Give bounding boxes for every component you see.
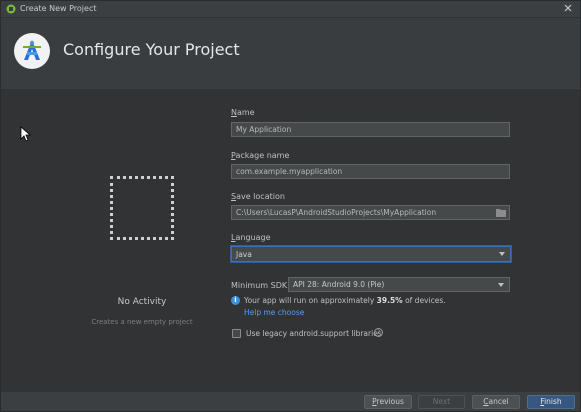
page-title: Configure Your Project: [63, 40, 240, 59]
wizard-content: No Activity Creates a new empty project …: [1, 89, 580, 391]
package-name-input[interactable]: com.example.myapplication: [231, 164, 510, 179]
next-button[interactable]: Next: [418, 395, 465, 409]
save-location-field[interactable]: C:\Users\LucasP\AndroidStudioProjects\My…: [231, 205, 510, 220]
minimum-sdk-select[interactable]: API 28: Android 9.0 (Pie): [288, 277, 510, 292]
minimum-sdk-label: Minimum SDK: [231, 281, 288, 290]
legacy-support-label[interactable]: Use legacy android.support libraries: [246, 329, 382, 338]
activity-name: No Activity: [117, 297, 167, 307]
android-studio-icon: [6, 4, 16, 14]
language-select[interactable]: Java: [231, 246, 511, 262]
finish-button[interactable]: Finish: [527, 395, 575, 409]
activity-preview: No Activity Creates a new empty project: [1, 89, 224, 391]
name-label: Name: [231, 108, 255, 117]
title-bar: Create New Project: [1, 1, 580, 18]
name-input[interactable]: My Application: [231, 122, 510, 137]
android-studio-logo-icon: [14, 33, 50, 69]
window-title: Create New Project: [20, 4, 97, 13]
no-activity-placeholder: [110, 176, 174, 240]
activity-description: Creates a new empty project: [91, 318, 193, 326]
chevron-down-icon: [498, 283, 504, 287]
folder-icon[interactable]: [496, 208, 506, 217]
wizard-footer: Previous Next Cancel Finish: [1, 391, 580, 411]
help-me-choose-link[interactable]: Help me choose: [244, 308, 304, 317]
save-location-value: C:\Users\LucasP\AndroidStudioProjects\My…: [236, 208, 437, 217]
close-icon[interactable]: [562, 2, 574, 14]
mouse-cursor-icon: [20, 126, 32, 142]
language-value: Java: [236, 250, 252, 259]
package-name-label: Package name: [231, 151, 290, 160]
language-label: Language: [231, 233, 271, 242]
cancel-button[interactable]: Cancel: [472, 395, 520, 409]
previous-button[interactable]: Previous: [364, 395, 412, 409]
wizard-header: Configure Your Project: [1, 18, 580, 88]
save-location-label: Save location: [231, 192, 285, 201]
chevron-down-icon: [499, 252, 505, 256]
legacy-support-checkbox[interactable]: [232, 329, 241, 338]
info-icon: i: [231, 296, 240, 305]
device-coverage-text: Your app will run on approximately 39.5%…: [244, 296, 446, 305]
question-icon[interactable]: ?: [374, 328, 383, 337]
create-new-project-window: Create New Project Configure Your Projec…: [0, 0, 581, 412]
minimum-sdk-value: API 28: Android 9.0 (Pie): [293, 280, 385, 289]
